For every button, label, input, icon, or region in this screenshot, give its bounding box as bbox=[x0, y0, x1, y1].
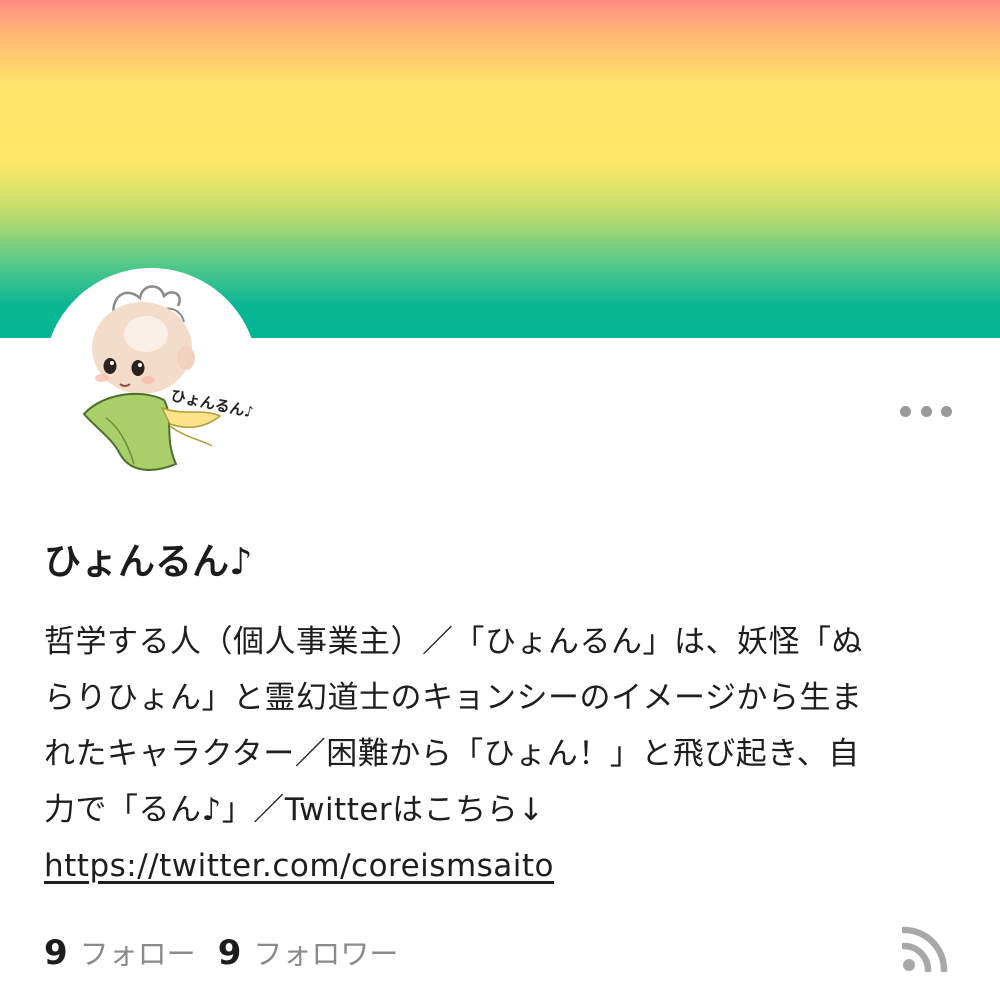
follow-label: フォロー bbox=[79, 937, 196, 971]
avatar[interactable]: ひょんるん♪ bbox=[44, 268, 258, 482]
follower-label: フォロワー bbox=[253, 937, 399, 971]
bio-line: 力で「るん♪」／Twitterはこちら↓ bbox=[44, 792, 545, 828]
follower-count: 9 bbox=[217, 933, 242, 973]
profile-stats: 9 フォロー 9 フォロワー bbox=[44, 924, 420, 980]
rss-icon[interactable] bbox=[902, 926, 948, 972]
bio-line: 哲学する人（個人事業主）／「ひょんるん」は、妖怪「ぬ bbox=[44, 624, 863, 660]
bio-line: れたキャラクター／困難から「ひょん！」と飛び起き、自 bbox=[44, 736, 860, 772]
follower-stat[interactable]: 9 フォロワー bbox=[218, 931, 399, 973]
profile-name: ひょんるん♪ bbox=[44, 540, 253, 583]
follow-count: 9 bbox=[44, 933, 68, 973]
avatar-illustration: ひょんるん♪ bbox=[82, 285, 256, 471]
more-horizontal-icon bbox=[900, 405, 911, 417]
follow-stat[interactable]: 9 フォロー bbox=[44, 931, 196, 973]
bio-line: らりひょん」と霊幻道士のキョンシーのイメージから生ま bbox=[44, 680, 863, 716]
more-options-button[interactable] bbox=[900, 396, 952, 426]
profile-bio: 哲学する人（個人事業主）／「ひょんるん」は、妖怪「ぬ らりひょん」と霊幻道士のキ… bbox=[44, 614, 960, 894]
profile-page: ひょんるん♪ ひょんるん♪ 哲学する人（個人事業主）／「ひょんるん」は、妖怪「ぬ… bbox=[0, 0, 1000, 1000]
twitter-link[interactable]: https://twitter.com/coreismsaito bbox=[44, 848, 554, 884]
